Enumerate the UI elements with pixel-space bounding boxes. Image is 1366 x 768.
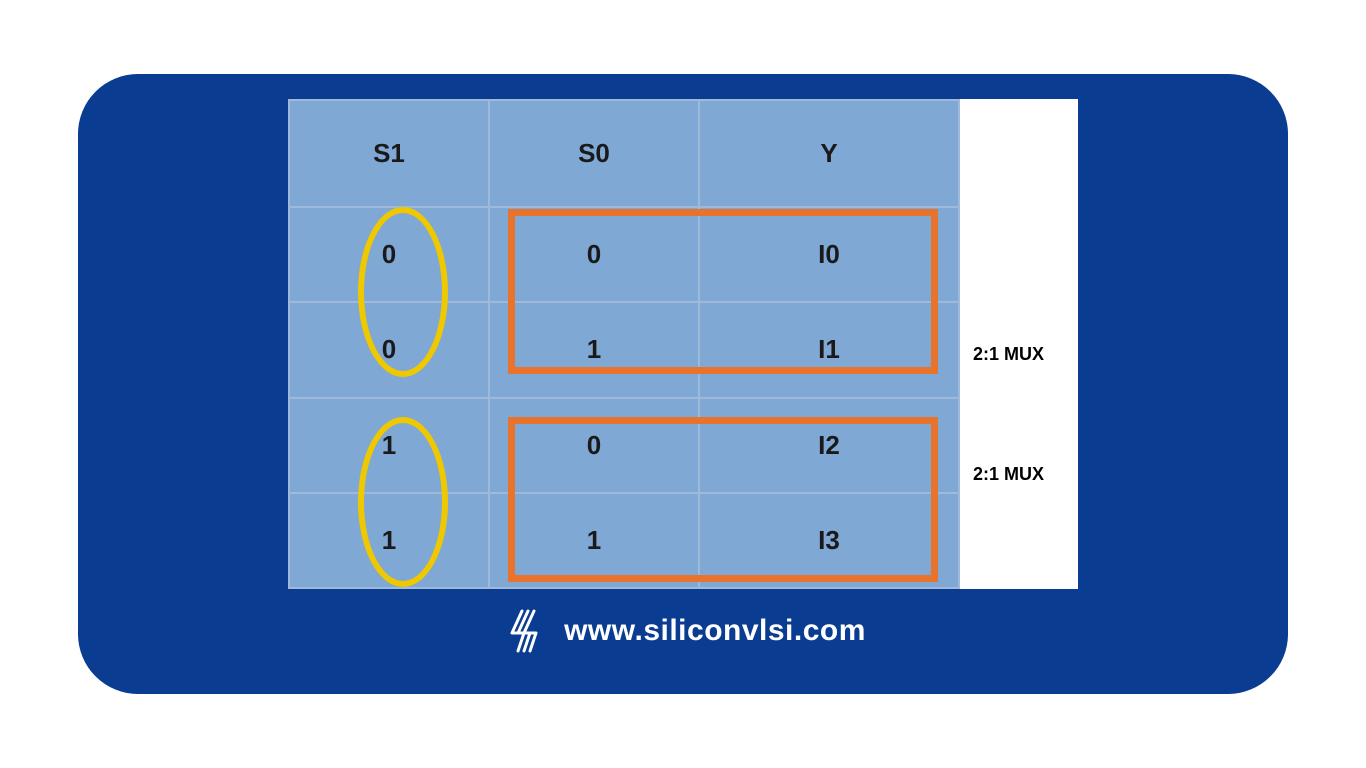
lightning-icon — [500, 607, 548, 655]
truth-table: S1 S0 Y 0 0 I0 0 1 I1 1 0 I2 — [288, 99, 960, 589]
cell-s0: 0 — [489, 207, 699, 302]
mux-label-bottom: 2:1 MUX — [973, 464, 1044, 485]
table-header-row: S1 S0 Y — [289, 100, 959, 207]
cell-s0: 0 — [489, 398, 699, 493]
table-row: 1 0 I2 — [289, 398, 959, 493]
table-wrap: S1 S0 Y 0 0 I0 0 1 I1 1 0 I2 — [288, 99, 958, 589]
site-url: www.siliconvlsi.com — [564, 614, 866, 648]
cell-s1: 0 — [289, 207, 489, 302]
header-s0: S0 — [489, 100, 699, 207]
table-row: 1 1 I3 — [289, 493, 959, 588]
inner-panel: S1 S0 Y 0 0 I0 0 1 I1 1 0 I2 — [288, 99, 1078, 589]
footer: www.siliconvlsi.com — [500, 607, 866, 655]
card: S1 S0 Y 0 0 I0 0 1 I1 1 0 I2 — [78, 74, 1288, 694]
cell-s1: 1 — [289, 493, 489, 588]
cell-s0: 1 — [489, 302, 699, 397]
cell-y: I2 — [699, 398, 959, 493]
table-row: 0 0 I0 — [289, 207, 959, 302]
table-row: 0 1 I1 — [289, 302, 959, 397]
header-s1: S1 — [289, 100, 489, 207]
cell-y: I0 — [699, 207, 959, 302]
cell-y: I1 — [699, 302, 959, 397]
side-labels: 2:1 MUX 2:1 MUX — [958, 99, 1078, 589]
cell-s1: 0 — [289, 302, 489, 397]
cell-s1: 1 — [289, 398, 489, 493]
header-y: Y — [699, 100, 959, 207]
cell-s0: 1 — [489, 493, 699, 588]
mux-label-top: 2:1 MUX — [973, 344, 1044, 365]
cell-y: I3 — [699, 493, 959, 588]
